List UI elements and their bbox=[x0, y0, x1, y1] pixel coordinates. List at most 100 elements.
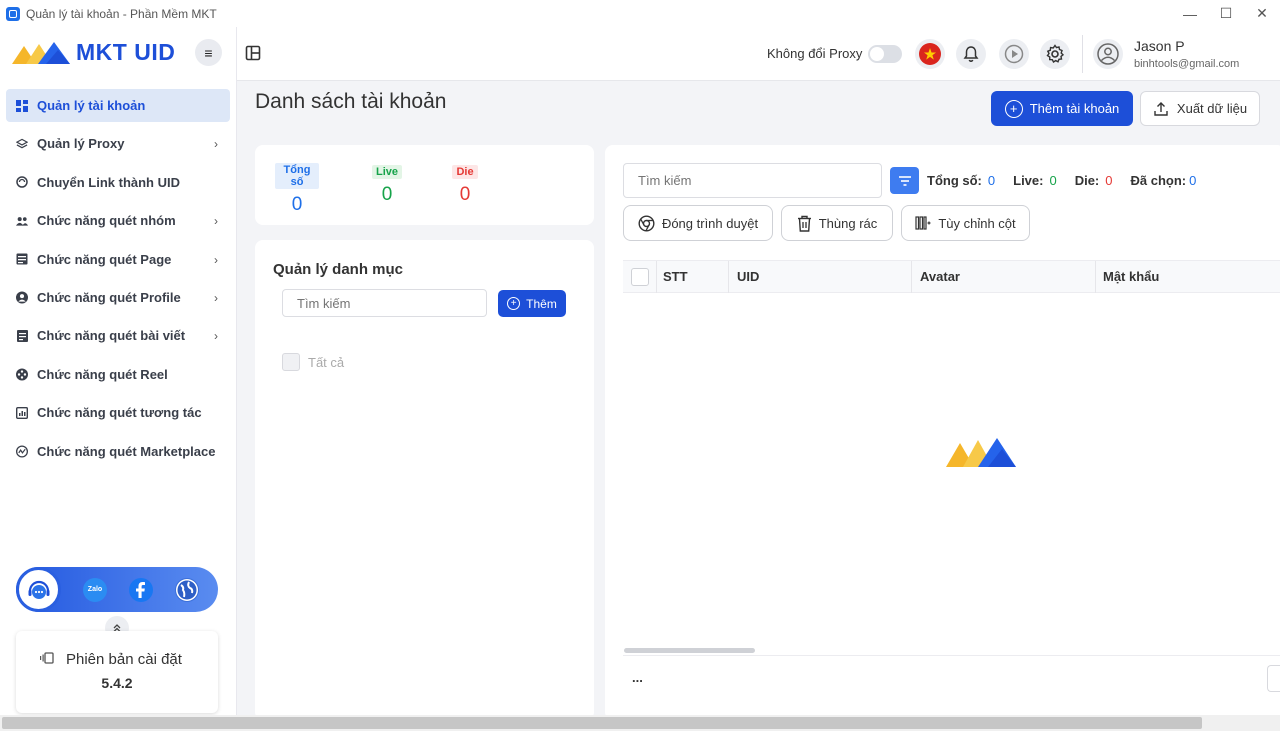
count-selected: Đã chọn: 0 bbox=[1131, 173, 1197, 188]
pagination-control[interactable] bbox=[1267, 665, 1280, 692]
count-die: Die: 0 bbox=[1075, 173, 1113, 188]
stat-total-label: Tổng số bbox=[275, 163, 319, 189]
table-horizontal-scrollbar[interactable] bbox=[624, 648, 755, 653]
page-scrollbar-thumb[interactable] bbox=[2, 717, 1202, 729]
website-button[interactable] bbox=[175, 577, 199, 602]
select-all-checkbox[interactable] bbox=[631, 268, 649, 286]
support-chat-button[interactable] bbox=[16, 567, 61, 612]
count-live: Live: 0 bbox=[1013, 173, 1057, 188]
chevron-right-icon: › bbox=[214, 214, 218, 229]
window-titlebar: Quản lý tài khoản - Phần Mềm MKT — ☐ ✕ bbox=[0, 0, 1280, 27]
column-separator bbox=[728, 261, 729, 293]
sidebar-item-label: Chức năng quét Reel bbox=[37, 366, 168, 382]
count-total-label: Tổng số: bbox=[927, 173, 982, 188]
language-button[interactable] bbox=[915, 39, 945, 69]
filter-icon bbox=[898, 175, 911, 186]
category-all-label: Tất cả bbox=[308, 354, 345, 370]
add-account-button[interactable]: + Thêm tài khoản bbox=[991, 91, 1133, 126]
trash-button[interactable]: Thùng rác bbox=[781, 205, 893, 241]
sidebar-item-label: Chức năng quét tương tác bbox=[37, 405, 202, 421]
add-account-label: Thêm tài khoản bbox=[1029, 101, 1120, 116]
sidebar-item-quet-marketplace[interactable]: Chức năng quét Marketplace bbox=[6, 435, 230, 468]
layout-toggle-button[interactable] bbox=[245, 45, 261, 61]
column-header-uid[interactable]: UID bbox=[737, 269, 759, 284]
column-header-password[interactable]: Mật khẩu bbox=[1103, 269, 1159, 284]
app-icon bbox=[6, 6, 20, 21]
minimize-button[interactable]: — bbox=[1172, 0, 1208, 27]
export-data-button[interactable]: Xuất dữ liệu bbox=[1140, 91, 1260, 126]
stat-live-label: Live bbox=[371, 165, 402, 179]
column-header-avatar[interactable]: Avatar bbox=[920, 269, 960, 284]
close-button[interactable]: ✕ bbox=[1244, 0, 1280, 27]
sidebar-item-quet-nhom[interactable]: Chức năng quét nhóm › bbox=[6, 204, 230, 237]
facebook-button[interactable] bbox=[129, 577, 153, 602]
menu-toggle-button[interactable]: ≡ bbox=[195, 39, 222, 66]
play-tutorial-button[interactable] bbox=[999, 39, 1029, 69]
brand-logo[interactable]: MKT UID bbox=[12, 39, 175, 66]
play-icon bbox=[1004, 44, 1024, 64]
browser-icon bbox=[638, 214, 655, 232]
version-title: Phiên bản cài đặt bbox=[40, 651, 182, 668]
columns-icon bbox=[915, 216, 931, 230]
count-live-value: 0 bbox=[1049, 173, 1057, 188]
stat-live: Live 0 bbox=[370, 163, 404, 206]
bell-icon bbox=[963, 46, 979, 62]
page-title: Danh sách tài khoản bbox=[255, 90, 447, 113]
trash-icon bbox=[797, 215, 812, 232]
upload-icon bbox=[1153, 101, 1169, 117]
filter-button[interactable] bbox=[890, 167, 919, 194]
window-controls: — ☐ ✕ bbox=[1172, 0, 1280, 27]
close-browser-label: Đóng trình duyệt bbox=[661, 215, 759, 231]
zalo-icon: Zalo bbox=[87, 586, 103, 593]
brand-mountain-icon bbox=[12, 41, 70, 64]
sidebar-item-quet-page[interactable]: Chức năng quét Page › bbox=[6, 243, 230, 276]
notifications-button[interactable] bbox=[956, 39, 986, 69]
sidebar-item-quet-profile[interactable]: Chức năng quét Profile › bbox=[6, 281, 230, 314]
post-icon bbox=[16, 329, 28, 342]
vietnam-flag-icon bbox=[919, 43, 941, 65]
user-avatar[interactable] bbox=[1093, 39, 1123, 69]
category-all-item[interactable]: Tất cả bbox=[282, 353, 344, 371]
customize-columns-button[interactable]: Tùy chỉnh cột bbox=[901, 205, 1030, 241]
sidebar-item-label: Chức năng quét nhóm bbox=[37, 213, 176, 229]
proxy-toggle[interactable] bbox=[868, 45, 902, 63]
category-all-checkbox[interactable] bbox=[282, 353, 300, 371]
top-header: Không đổi Proxy Jason P binhtools@gmail.… bbox=[237, 27, 1280, 81]
sidebar-item-quet-reel[interactable]: Chức năng quét Reel bbox=[6, 358, 230, 391]
headset-icon bbox=[28, 580, 49, 599]
profile-icon bbox=[16, 291, 28, 304]
sidebar-nav: Quản lý tài khoản Quản lý Proxy › Chuyển… bbox=[6, 89, 230, 473]
add-category-button[interactable]: + Thêm bbox=[498, 290, 566, 317]
table-footer-divider bbox=[623, 655, 1280, 656]
maximize-button[interactable]: ☐ bbox=[1208, 0, 1244, 27]
brand-name: MKT UID bbox=[76, 39, 176, 65]
user-name: Jason P bbox=[1134, 38, 1185, 54]
column-header-stt[interactable]: STT bbox=[663, 269, 688, 284]
split-view-icon bbox=[245, 45, 261, 61]
version-card: Phiên bản cài đặt 5.4.2 bbox=[16, 631, 218, 713]
sidebar-item-label: Chức năng quét Page bbox=[37, 251, 172, 267]
proxy-toggle-label: Không đổi Proxy bbox=[767, 46, 863, 61]
sidebar-item-quan-ly-tai-khoan[interactable]: Quản lý tài khoản bbox=[6, 89, 230, 122]
zalo-button[interactable]: Zalo bbox=[83, 577, 107, 602]
sidebar-item-chuyen-link[interactable]: Chuyển Link thành UID bbox=[6, 166, 230, 199]
gear-icon bbox=[1046, 44, 1065, 64]
category-search-input[interactable] bbox=[282, 289, 487, 317]
sidebar-item-quet-tuong-tac[interactable]: Chức năng quét tương tác bbox=[6, 396, 230, 429]
version-label: Phiên bản cài đặt bbox=[66, 651, 182, 668]
stat-total-value: 0 bbox=[291, 194, 303, 215]
account-search-input[interactable] bbox=[623, 163, 882, 198]
account-counts: Tổng số: 0 Live: 0 Die: 0 Đã chọn: 0 bbox=[927, 173, 1214, 188]
sidebar-item-quet-bai-viet[interactable]: Chức năng quét bài viết › bbox=[6, 319, 230, 352]
page-horizontal-scrollbar[interactable] bbox=[0, 715, 1280, 731]
stat-live-value: 0 bbox=[381, 184, 393, 205]
settings-button[interactable] bbox=[1040, 39, 1070, 69]
count-selected-value: 0 bbox=[1189, 173, 1197, 188]
count-selected-label: Đã chọn: bbox=[1130, 173, 1187, 188]
sidebar-item-quan-ly-proxy[interactable]: Quản lý Proxy › bbox=[6, 127, 230, 160]
dashboard-icon bbox=[16, 99, 28, 112]
close-browser-button[interactable]: Đóng trình duyệt bbox=[623, 205, 773, 241]
sidebar-item-label: Chức năng quét Profile bbox=[37, 289, 181, 305]
column-separator bbox=[911, 261, 912, 293]
chevron-right-icon: › bbox=[214, 290, 218, 305]
